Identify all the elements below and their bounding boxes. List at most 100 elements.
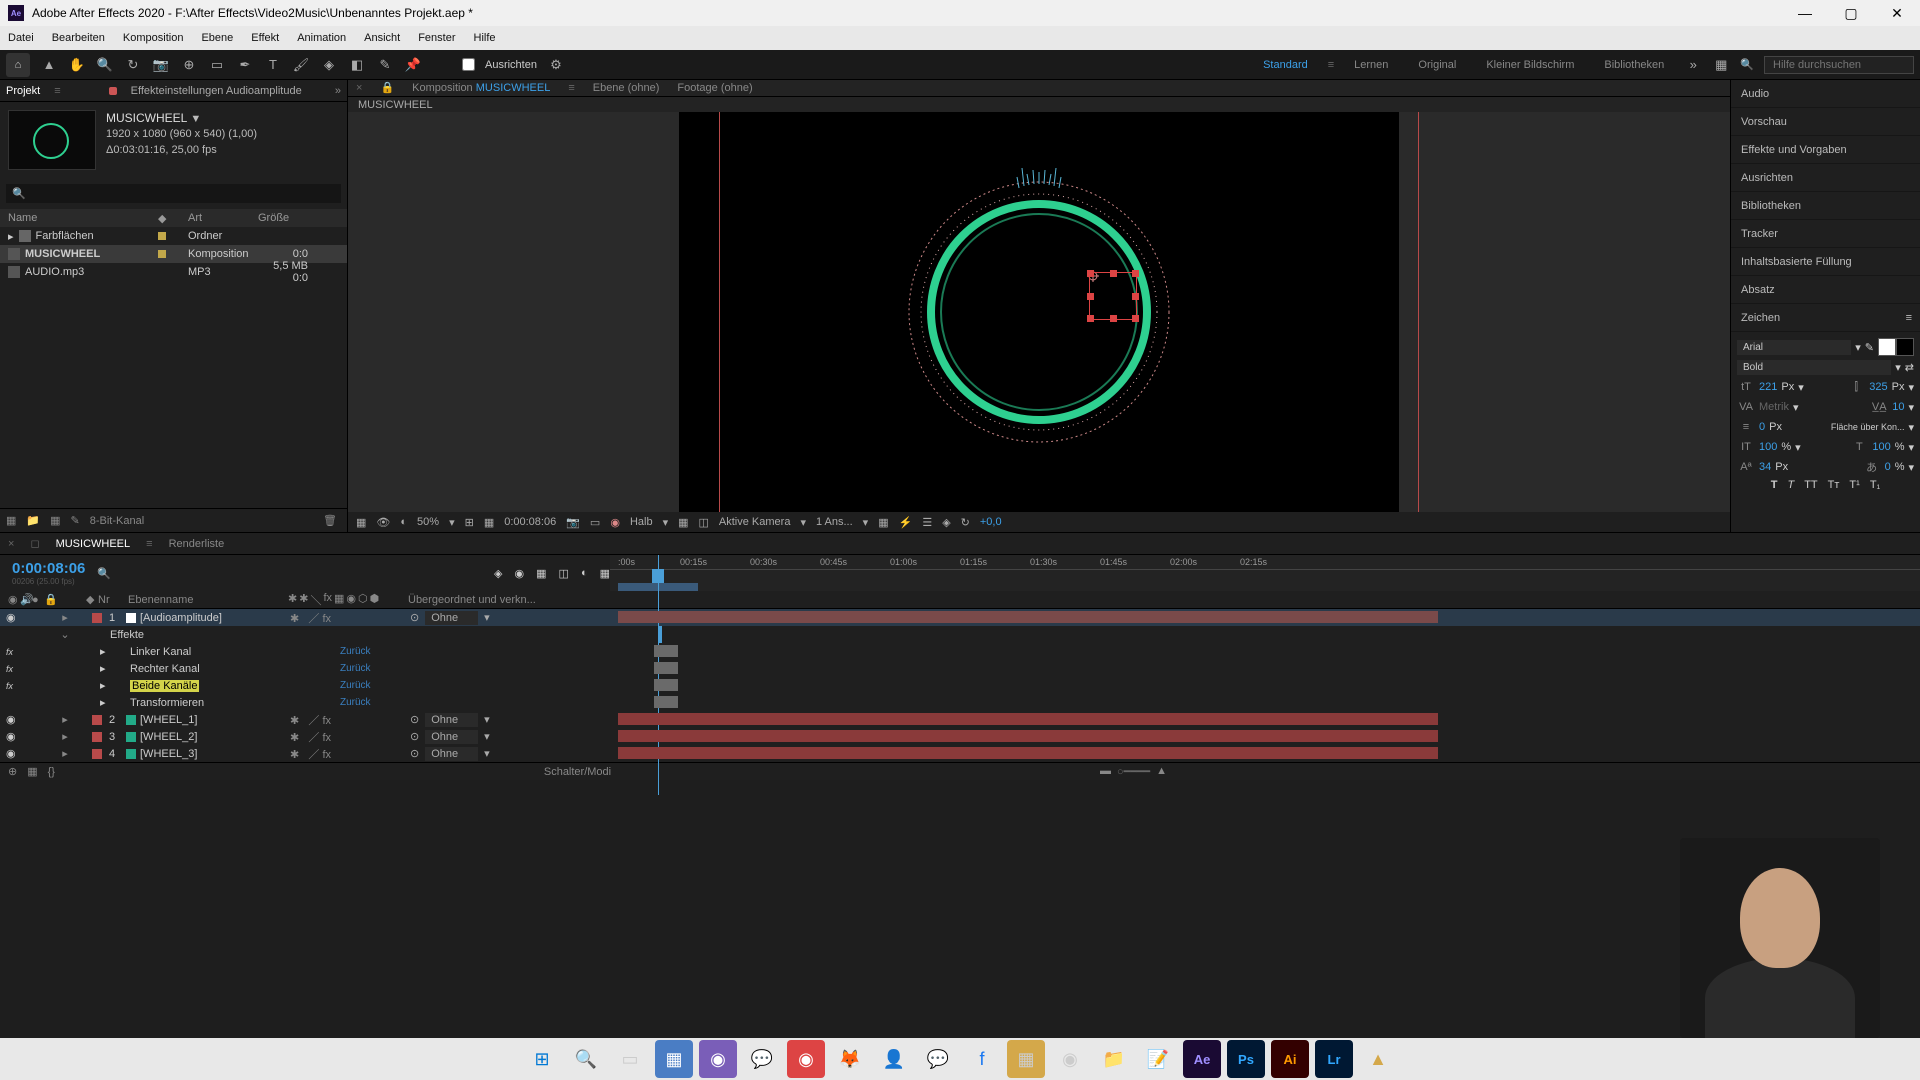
interpret-icon[interactable]: ▦: [6, 514, 16, 527]
rotation-tool-icon[interactable]: ↻: [124, 56, 142, 74]
pixel-aspect-icon[interactable]: ▦: [878, 516, 888, 529]
3d-icon[interactable]: ◫: [699, 516, 709, 529]
files-button[interactable]: 📁: [1095, 1040, 1133, 1078]
label-swatch[interactable]: [158, 232, 166, 240]
channel-icon[interactable]: 👁: [376, 516, 390, 529]
photoshop-button[interactable]: Ps: [1227, 1040, 1265, 1078]
zoom-dropdown-icon[interactable]: ▾: [449, 516, 455, 529]
anchor-tool-icon[interactable]: ⊕: [180, 56, 198, 74]
menu-ebene[interactable]: Ebene: [201, 32, 233, 44]
lock-col-icon[interactable]: 🔒: [44, 593, 56, 606]
illustrator-button[interactable]: Ai: [1271, 1040, 1309, 1078]
help-search-input[interactable]: [1764, 56, 1914, 74]
preview-tc[interactable]: 0:00:08:06: [504, 516, 556, 528]
col-groesse[interactable]: Größe: [258, 212, 308, 224]
adjust-icon[interactable]: ✎: [71, 514, 80, 527]
zoom-in-icon[interactable]: ▲: [1156, 765, 1167, 778]
ws-more-icon[interactable]: »: [1684, 56, 1702, 74]
hand-tool-icon[interactable]: ✋: [68, 56, 86, 74]
flowchart-icon[interactable]: ◈: [942, 516, 950, 529]
kerning-select[interactable]: Metrik: [1759, 401, 1789, 413]
menu-komposition[interactable]: Komposition: [123, 32, 184, 44]
solo-col-icon[interactable]: ●: [32, 594, 44, 606]
fill-option-select[interactable]: Fläche über Kon...: [1831, 422, 1905, 432]
menu-ansicht[interactable]: Ansicht: [364, 32, 400, 44]
exposure[interactable]: +0,0: [980, 516, 1002, 528]
comp-thumbnail[interactable]: [8, 110, 96, 170]
ebenenname-col[interactable]: Ebenenname: [118, 594, 288, 606]
font-size-input[interactable]: 221: [1759, 381, 1777, 393]
label-swatch[interactable]: [158, 268, 166, 276]
comp-close-icon[interactable]: ×: [356, 82, 362, 94]
tab-footage[interactable]: Footage (ohne): [677, 82, 752, 94]
trash-icon[interactable]: 🗑: [323, 514, 337, 527]
start-button[interactable]: ⊞: [523, 1040, 561, 1078]
panel-zeichen[interactable]: Zeichen: [1741, 312, 1780, 324]
toggle-modes-icon[interactable]: ▦: [27, 765, 37, 778]
panel-tracker[interactable]: Tracker: [1731, 220, 1920, 248]
menu-bearbeiten[interactable]: Bearbeiten: [52, 32, 105, 44]
app-button[interactable]: ▲: [1359, 1040, 1397, 1078]
tab-komposition[interactable]: Komposition MUSICWHEEL: [412, 82, 550, 94]
pen-tool-icon[interactable]: ✒: [236, 56, 254, 74]
menu-effekt[interactable]: Effekt: [251, 32, 279, 44]
ws-lernen[interactable]: Lernen: [1344, 59, 1398, 71]
tab-ebene[interactable]: Ebene (ohne): [593, 82, 660, 94]
stroke-width-input[interactable]: 0: [1759, 421, 1765, 433]
current-timecode[interactable]: 0:00:08:06: [12, 560, 85, 577]
motion-blur-icon[interactable]: ◐: [581, 567, 588, 579]
guides-icon[interactable]: ▦: [484, 516, 494, 529]
font-family-select[interactable]: Arial: [1737, 340, 1851, 355]
snap-checkbox[interactable]: [462, 58, 475, 71]
panel-vorschau[interactable]: Vorschau: [1731, 108, 1920, 136]
ws-original[interactable]: Original: [1408, 59, 1466, 71]
allcaps-button[interactable]: TT: [1804, 479, 1817, 491]
panel-more-icon[interactable]: »: [335, 85, 341, 97]
eraser-tool-icon[interactable]: ◧: [348, 56, 366, 74]
panel-audio[interactable]: Audio: [1731, 80, 1920, 108]
fill-color-swatch[interactable]: [1878, 338, 1896, 356]
menu-animation[interactable]: Animation: [297, 32, 346, 44]
messenger-button[interactable]: 💬: [919, 1040, 957, 1078]
timeline-layer[interactable]: ◉▸3[WHEEL_2]✱ ／ fx⊙Ohne▾: [0, 728, 1920, 745]
label-swatch[interactable]: [158, 250, 166, 258]
panel-ausrichten[interactable]: Ausrichten: [1731, 164, 1920, 192]
reset-exp-icon[interactable]: ↻: [961, 516, 970, 529]
zoom-out-icon[interactable]: ▬: [1100, 765, 1111, 778]
draft3d-icon[interactable]: ◉: [515, 567, 525, 580]
close-button[interactable]: ✕: [1874, 0, 1920, 26]
menu-datei[interactable]: Datei: [8, 32, 34, 44]
panel-inhaltsbasierte[interactable]: Inhaltsbasierte Füllung: [1731, 248, 1920, 276]
eye-col-icon[interactable]: ◉: [8, 593, 20, 606]
app-button[interactable]: ◉: [787, 1040, 825, 1078]
nr-col[interactable]: Nr: [98, 594, 118, 606]
notes-button[interactable]: 📝: [1139, 1040, 1177, 1078]
comp-name[interactable]: MUSICWHEEL: [106, 111, 187, 125]
roto-tool-icon[interactable]: ✎: [376, 56, 394, 74]
stroke-color-swatch[interactable]: [1896, 338, 1914, 356]
bold-button[interactable]: T: [1771, 479, 1778, 491]
col-name[interactable]: Name: [8, 212, 158, 224]
facebook-button[interactable]: f: [963, 1040, 1001, 1078]
tsume-input[interactable]: 0: [1885, 461, 1891, 473]
lightroom-button[interactable]: Lr: [1315, 1040, 1353, 1078]
renderliste-tab[interactable]: Renderliste: [169, 538, 225, 550]
superscript-button[interactable]: T¹: [1849, 479, 1859, 491]
audio-col-icon[interactable]: 🔊: [20, 593, 32, 606]
firefox-button[interactable]: 🦊: [831, 1040, 869, 1078]
comp-breadcrumb[interactable]: MUSICWHEEL: [348, 97, 1730, 112]
timeline-icon[interactable]: ☰: [922, 516, 932, 529]
obs-button[interactable]: ◉: [1051, 1040, 1089, 1078]
maximize-button[interactable]: ▢: [1828, 0, 1874, 26]
region-icon[interactable]: ▭: [590, 516, 600, 529]
color-mgmt-icon[interactable]: ◉: [610, 516, 620, 529]
stamp-tool-icon[interactable]: ◈: [320, 56, 338, 74]
tracking-input[interactable]: 10: [1892, 401, 1904, 413]
frame-blend-icon[interactable]: ◫: [559, 567, 569, 580]
ws-standard[interactable]: Standard: [1253, 59, 1318, 71]
panel-absatz[interactable]: Absatz: [1731, 276, 1920, 304]
timeline-layer[interactable]: ◉▸2[WHEEL_1]✱ ／ fx⊙Ohne▾: [0, 711, 1920, 728]
panel-bibliotheken[interactable]: Bibliotheken: [1731, 192, 1920, 220]
puppet-tool-icon[interactable]: 📌: [404, 56, 422, 74]
parent-col[interactable]: Übergeordnet und verkn...: [408, 594, 536, 606]
